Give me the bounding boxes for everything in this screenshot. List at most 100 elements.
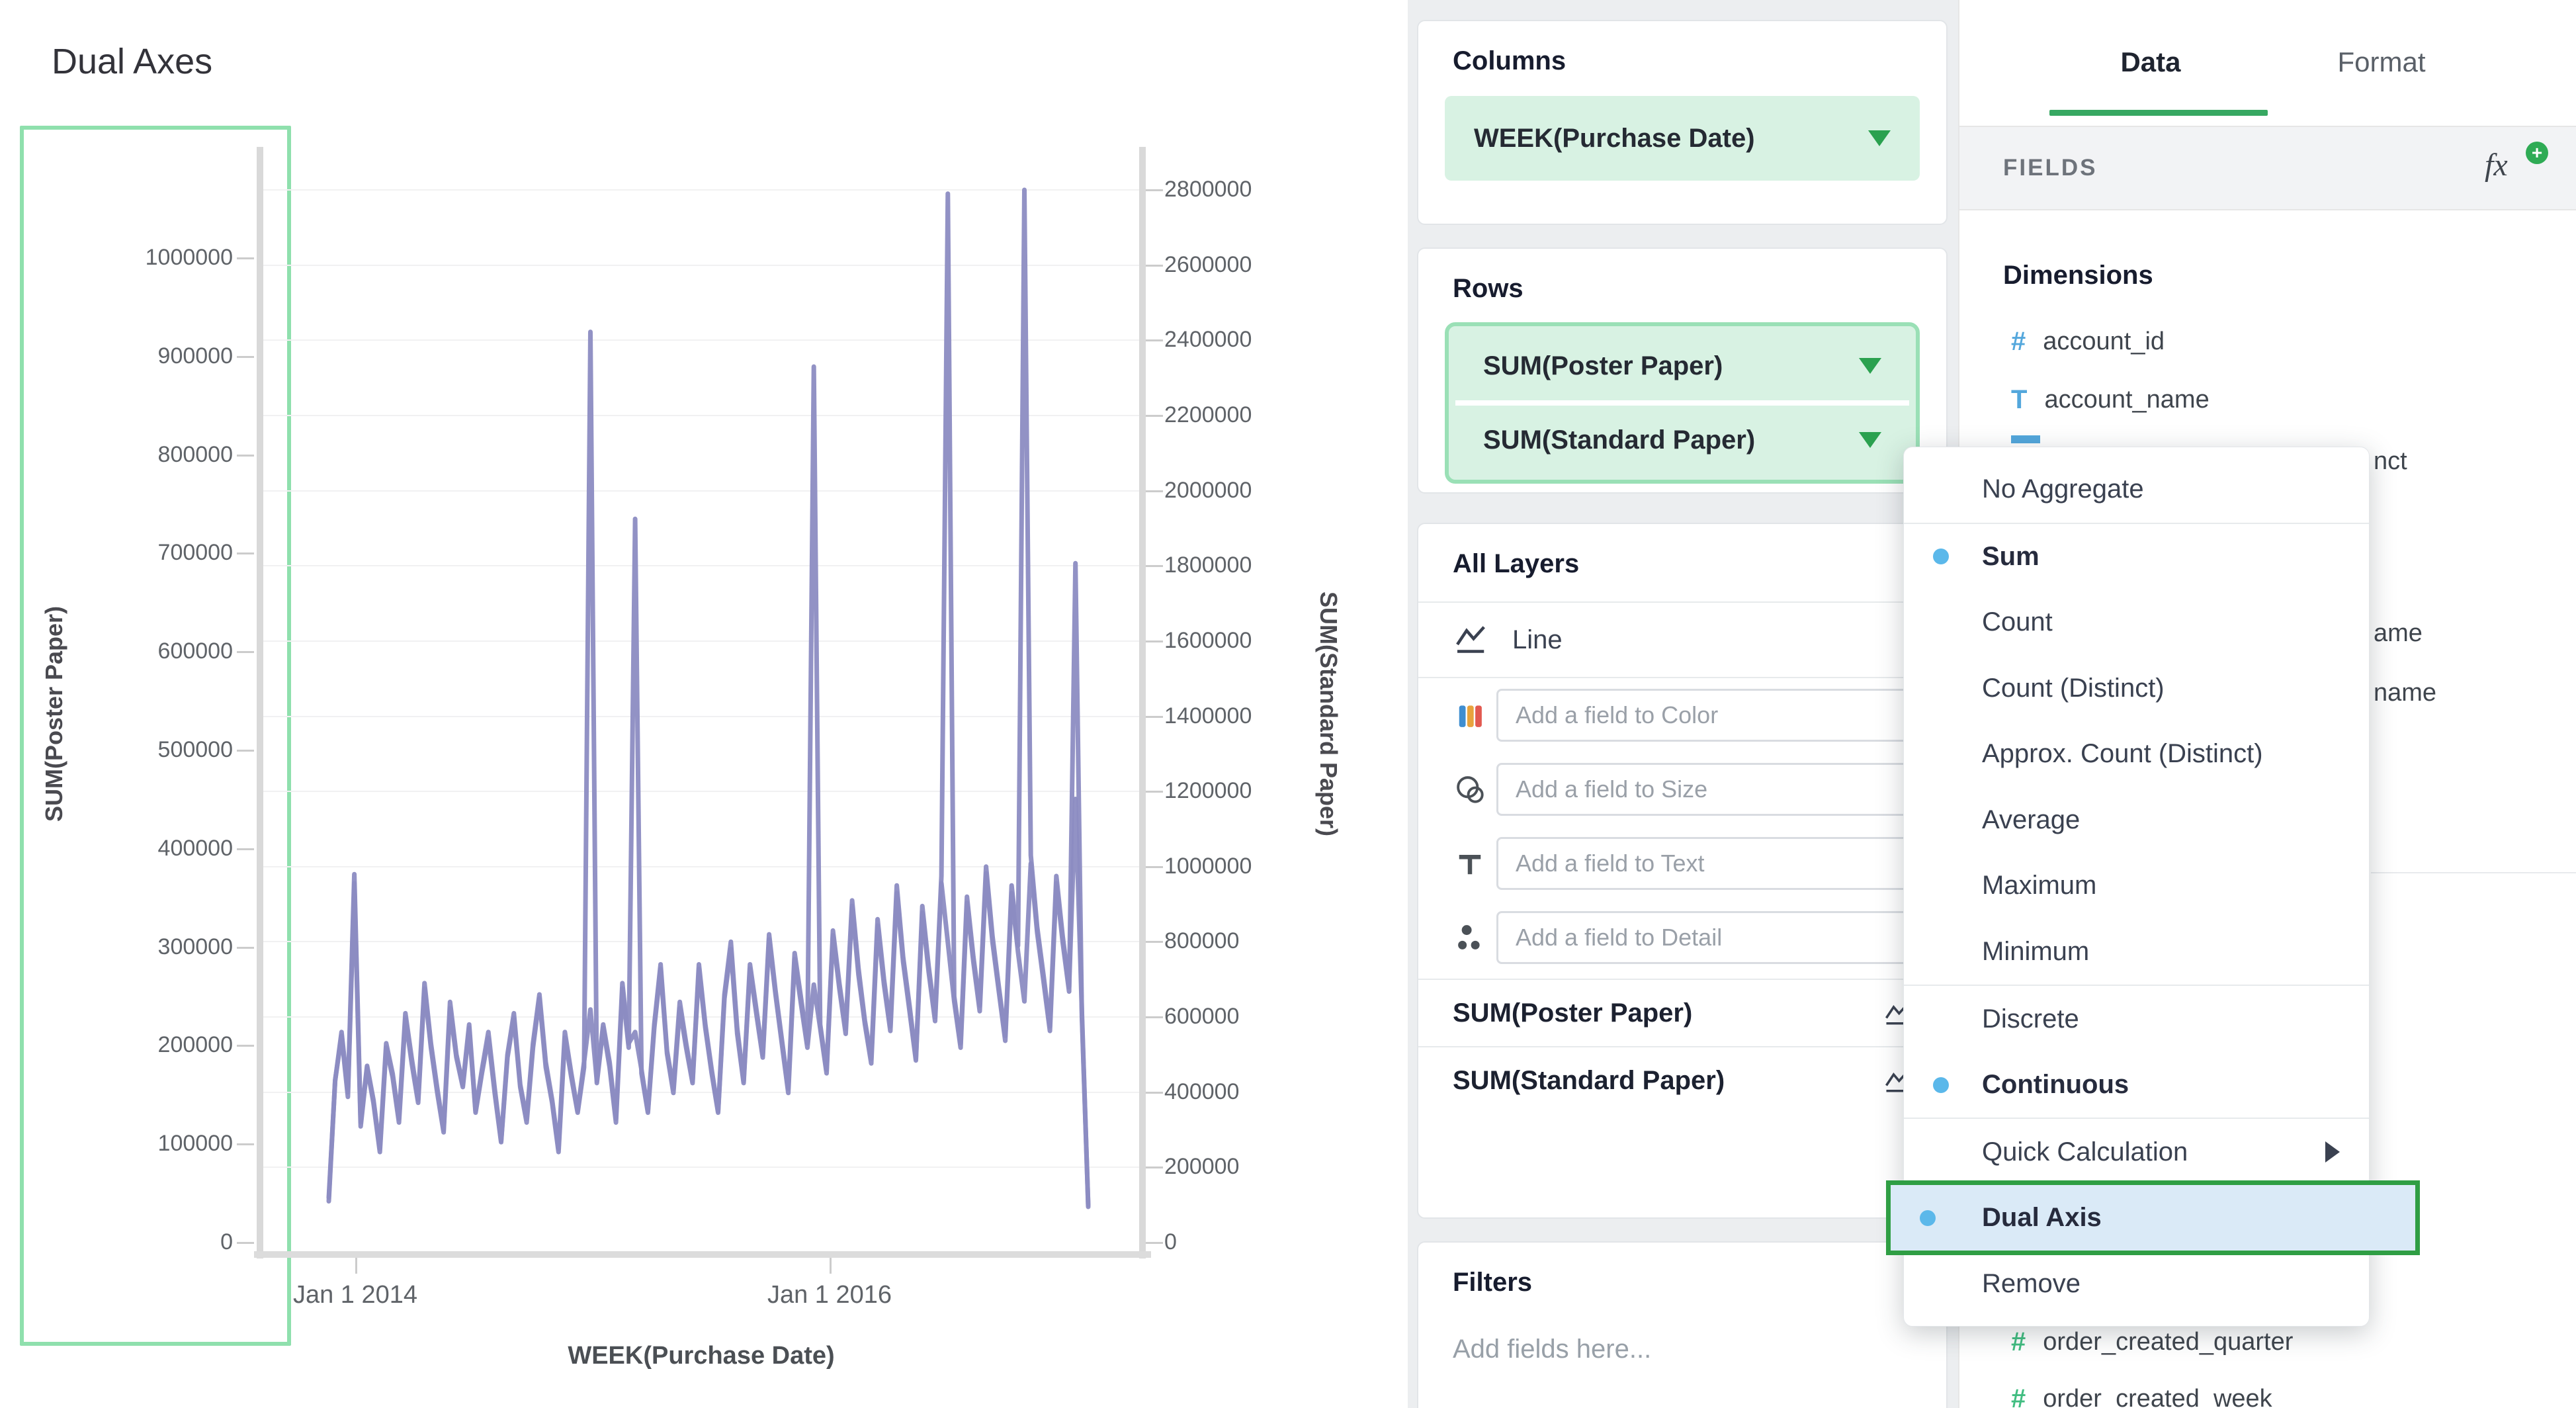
- tab-data[interactable]: Data: [2120, 46, 2180, 78]
- chevron-down-icon[interactable]: [1868, 130, 1891, 146]
- text-icon: [1453, 846, 1496, 881]
- tick-mark: [237, 257, 254, 259]
- menu-item-remove[interactable]: Remove: [1904, 1251, 2369, 1317]
- all-layers-card: All Layers Line SUM(Poster Paper) SUM(Sta…: [1417, 523, 1948, 1219]
- right-axis-tick-label: 800000: [1164, 928, 1239, 954]
- menu-item-maximum[interactable]: Maximum: [1904, 853, 2369, 919]
- detail-icon: [1453, 920, 1496, 955]
- tick-mark: [237, 1242, 254, 1244]
- gridline: [263, 565, 1139, 566]
- shelf-panel: Columns WEEK(Purchase Date) Rows SUM(Pos…: [1408, 0, 1958, 1408]
- tick-mark: [355, 1258, 357, 1274]
- right-axis-tick-label: 1400000: [1164, 703, 1252, 729]
- columns-card: Columns WEEK(Purchase Date): [1417, 20, 1948, 225]
- right-axis-tick-label: 0: [1164, 1229, 1177, 1255]
- menu-item-label: Remove: [1982, 1269, 2081, 1299]
- chevron-down-icon[interactable]: [1859, 358, 1881, 374]
- tick-mark: [237, 848, 254, 850]
- size-icon: [1453, 772, 1496, 807]
- chevron-down-icon[interactable]: [1859, 432, 1881, 448]
- tick-mark: [1146, 791, 1163, 793]
- layer-row-label: SUM(Standard Paper): [1453, 1066, 1725, 1096]
- gridline: [263, 1016, 1139, 1018]
- selected-dot-icon: [1933, 1077, 1949, 1093]
- field-item-account_id[interactable]: #account_id: [2011, 327, 2165, 357]
- pill-divider: [1455, 400, 1909, 406]
- field-item-order_created_quarter[interactable]: #order_created_quarter: [2011, 1327, 2293, 1357]
- menu-item-continuous[interactable]: Continuous: [1904, 1052, 2369, 1118]
- menu-item-dual-axis[interactable]: Dual Axis: [1891, 1185, 2415, 1251]
- field-slot-input[interactable]: [1496, 837, 1912, 890]
- menu-item-minimum[interactable]: Minimum: [1904, 919, 2369, 985]
- right-axis-tick-label: 2400000: [1164, 327, 1252, 353]
- all-layers-heading: All Layers: [1418, 524, 1946, 579]
- menu-item-quick-calculation[interactable]: Quick Calculation: [1904, 1119, 2369, 1185]
- app-window: Dual Axes 010000020000030000040000050000…: [0, 0, 2576, 1408]
- left-axis-tick-label: 900000: [34, 343, 233, 369]
- menu-item-sum[interactable]: Sum: [1904, 524, 2369, 590]
- aggregate-context-menu: No Aggregate Sum CountCount (Distinct) Appr…: [1903, 447, 2370, 1327]
- field-item-account_name[interactable]: Taccount_name: [2011, 385, 2210, 415]
- clipped-field-text: nct: [2374, 447, 2407, 476]
- add-calculated-field-button[interactable]: fx +: [2485, 147, 2544, 189]
- field-slot-color: [1418, 678, 1946, 752]
- tab-format[interactable]: Format: [2337, 46, 2425, 78]
- columns-pill-week-purchase-date[interactable]: WEEK(Purchase Date): [1445, 96, 1920, 181]
- x-axis-tick-label: Jan 1 2014: [293, 1281, 417, 1309]
- menu-item-count[interactable]: Count: [1904, 590, 2369, 656]
- layer-row-standard-paper[interactable]: SUM(Standard Paper): [1418, 1047, 1946, 1114]
- tick-mark: [1146, 565, 1163, 567]
- filters-card: Filters Add fields here...: [1417, 1241, 1948, 1408]
- chart-type-line[interactable]: Line: [1418, 603, 1946, 677]
- tick-mark: [1146, 415, 1163, 417]
- text-field-icon: T: [2011, 385, 2027, 415]
- right-axis-tick-label: 2000000: [1164, 478, 1252, 504]
- tick-mark: [237, 455, 254, 457]
- rows-heading: Rows: [1418, 249, 1946, 304]
- menu-item-label: Approx. Count (Distinct): [1982, 739, 2263, 769]
- gridline: [263, 1092, 1139, 1093]
- tick-mark: [237, 947, 254, 949]
- rows-pill-standard-paper[interactable]: SUM(Standard Paper): [1454, 406, 1911, 474]
- tick-mark: [1146, 1016, 1163, 1018]
- filters-dropzone[interactable]: Add fields here...: [1418, 1298, 1946, 1364]
- field-slot-input[interactable]: [1496, 911, 1912, 964]
- tick-mark: [1146, 716, 1163, 718]
- menu-item-label: Sum: [1982, 542, 2039, 572]
- line-chart-icon: [1453, 621, 1490, 658]
- selected-dot-icon: [1933, 549, 1949, 564]
- tick-mark: [830, 1258, 832, 1274]
- gridline: [263, 1166, 1139, 1168]
- active-tab-underline: [2049, 110, 2268, 116]
- menu-item-approx-count-distinct-[interactable]: Approx. Count (Distinct): [1904, 721, 2369, 787]
- layer-row-poster-paper[interactable]: SUM(Poster Paper): [1418, 980, 1946, 1046]
- field-slot-size: [1418, 752, 1946, 826]
- menu-item-label: Maximum: [1982, 871, 2096, 901]
- tick-mark: [1146, 1242, 1163, 1244]
- filters-heading: Filters: [1418, 1243, 1946, 1298]
- right-axis-tick-label: 1200000: [1164, 778, 1252, 804]
- clipped-field-text: ame: [2374, 619, 2423, 648]
- right-axis-line: [1139, 147, 1146, 1258]
- number-field-icon: #: [2011, 327, 2026, 357]
- series-SUM(Standard Paper): [329, 190, 1088, 1207]
- menu-item-count-distinct-[interactable]: Count (Distinct): [1904, 656, 2369, 722]
- x-axis-tick-label: Jan 1 2016: [767, 1281, 892, 1309]
- menu-item-average[interactable]: Average: [1904, 787, 2369, 854]
- field-item-order_created_week[interactable]: #order_created_week: [2011, 1384, 2272, 1408]
- rows-card: Rows SUM(Poster Paper) SUM(Standard Pape…: [1417, 247, 1948, 494]
- section-divider: [2371, 872, 2576, 873]
- date-number-field-icon: #: [2011, 1327, 2026, 1357]
- menu-item-discrete[interactable]: Discrete: [1904, 986, 2369, 1052]
- selected-dot-icon: [1920, 1210, 1936, 1226]
- right-axis-tick-label: 2800000: [1164, 177, 1252, 202]
- tick-mark: [1146, 866, 1163, 868]
- menu-item-label: Discrete: [1982, 1004, 2079, 1034]
- field-slot-input[interactable]: [1496, 689, 1912, 742]
- field-slot-input[interactable]: [1496, 763, 1912, 816]
- menu-item-no-aggregate[interactable]: No Aggregate: [1904, 457, 2369, 523]
- series-SUM(Poster Paper): [329, 332, 1088, 1206]
- menu-item-label: Continuous: [1982, 1070, 2129, 1100]
- tick-mark: [1146, 490, 1163, 492]
- rows-pill-poster-paper[interactable]: SUM(Poster Paper): [1454, 331, 1911, 400]
